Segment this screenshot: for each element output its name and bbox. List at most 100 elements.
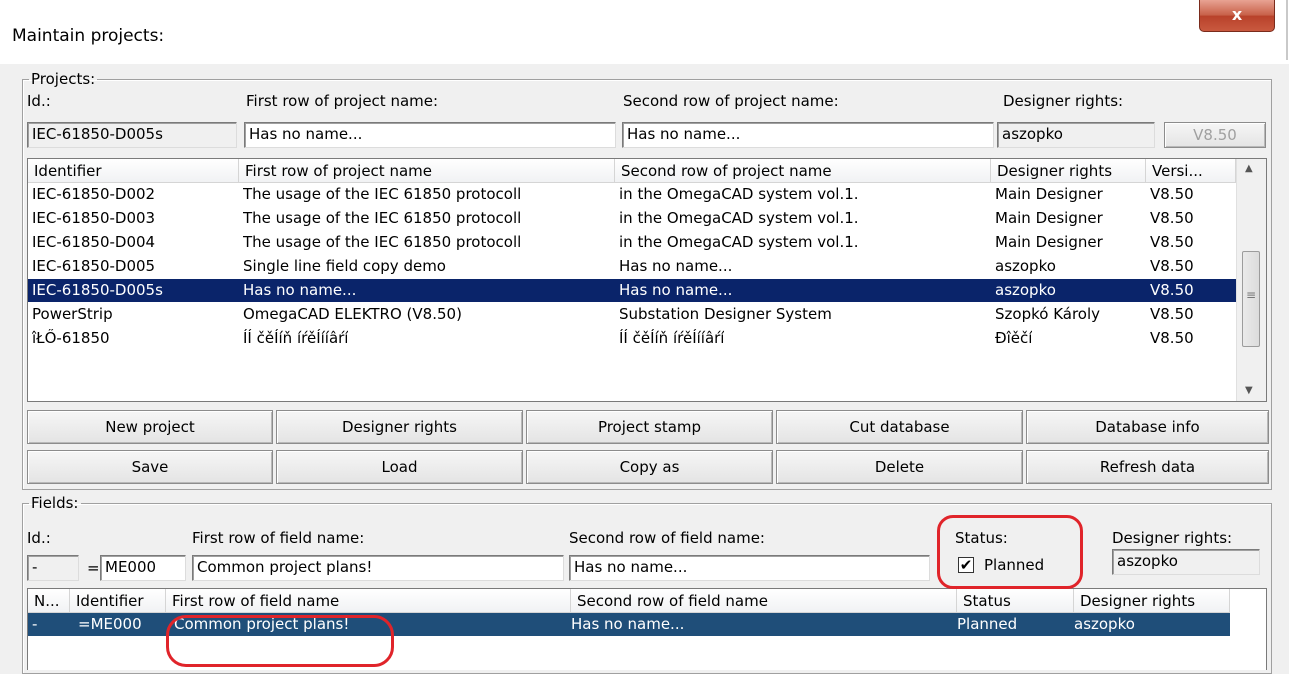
- row-second-row: Has no name...: [619, 281, 733, 299]
- row-version: V8.50: [1150, 305, 1194, 323]
- project-row[interactable]: IEC-61850-D003 The usage of the IEC 61850…: [28, 207, 1236, 230]
- project-row[interactable]: PowerStrip OmegaCAD ELEKTRO (V8.50) Substa…: [28, 303, 1236, 326]
- row-first-row: ÍÍ čěÍíň íŕěÍííâŕí: [243, 329, 349, 347]
- field-first-row-input[interactable]: Common project plans!: [192, 555, 564, 581]
- row-designer-rights: Đîěčí: [995, 329, 1033, 347]
- status-annotation-outline: [937, 515, 1083, 589]
- col-header-field-second-row[interactable]: Second row of field name: [571, 589, 957, 613]
- row-identifier: IEC-61850-D005s: [32, 281, 163, 299]
- field-second-row-input[interactable]: Has no name...: [569, 555, 930, 581]
- row-first-row: The usage of the IEC 61850 protocoll: [243, 233, 522, 251]
- col-header-field-status[interactable]: Status: [957, 589, 1074, 613]
- field-id-input[interactable]: ME000: [100, 555, 186, 581]
- projects-group-label: Projects:: [31, 70, 96, 88]
- load-button[interactable]: Load: [276, 450, 523, 484]
- row-identifier: IEC-61850-D004: [32, 233, 156, 251]
- field-id-prefix-field[interactable]: -: [27, 555, 79, 581]
- project-designer-rights-field[interactable]: aszopko: [997, 122, 1155, 148]
- col-header-field-first-row[interactable]: First row of field name: [166, 589, 571, 613]
- delete-button[interactable]: Delete: [776, 450, 1023, 484]
- row-second-row: in the OmegaCAD system vol.1.: [619, 185, 859, 203]
- field-row-identifier: =ME000: [78, 615, 142, 633]
- project-stamp-button[interactable]: Project stamp: [526, 410, 773, 444]
- row-identifier: IEC-61850-D002: [32, 185, 156, 203]
- col-header-first-row[interactable]: First row of project name: [239, 159, 615, 183]
- copy-as-button[interactable]: Copy as: [526, 450, 773, 484]
- title-bar: Maintain projects: x: [0, 0, 1289, 64]
- col-header-number[interactable]: N...: [28, 589, 70, 613]
- project-row[interactable]: IEC-61850-D005 Single line field copy dem…: [28, 255, 1236, 278]
- col-header-identifier[interactable]: Identifier: [28, 159, 239, 183]
- row-designer-rights: Main Designer: [995, 185, 1103, 203]
- field-id-equals: =: [87, 559, 100, 577]
- row-designer-rights: Main Designer: [995, 209, 1103, 227]
- row-designer-rights: Szopkó Károly: [995, 305, 1101, 323]
- row-version: V8.50: [1150, 257, 1194, 275]
- row-identifier: IEC-61850-D005: [32, 257, 156, 275]
- scroll-down-arrow-icon[interactable]: ▼: [1245, 385, 1253, 396]
- row-version: V8.50: [1150, 281, 1194, 299]
- project-row[interactable]: IEC-61850-D005s Has no name... Has no name…: [28, 279, 1236, 302]
- cut-database-button[interactable]: Cut database: [776, 410, 1023, 444]
- col-header-field-identifier[interactable]: Identifier: [70, 589, 166, 613]
- field-row-status: Planned: [957, 615, 1018, 633]
- row-second-row: in the OmegaCAD system vol.1.: [619, 209, 859, 227]
- project-row[interactable]: IEC-61850-D004 The usage of the IEC 61850…: [28, 231, 1236, 254]
- new-project-button[interactable]: New project: [27, 410, 273, 444]
- version-button[interactable]: V8.50: [1164, 122, 1266, 148]
- refresh-data-button[interactable]: Refresh data: [1026, 450, 1269, 484]
- col-header-version[interactable]: Versi...: [1146, 159, 1236, 183]
- project-row[interactable]: IEC-61850-D002 The usage of the IEC 61850…: [28, 183, 1236, 206]
- row-identifier: IEC-61850-D003: [32, 209, 156, 227]
- row-second-row: ÍÍ čěÍíň íŕěÍííâŕí: [619, 329, 725, 347]
- project-id-label: Id.:: [27, 92, 51, 110]
- project-second-row-label: Second row of project name:: [623, 92, 839, 110]
- field-first-row-label: First row of field name:: [192, 529, 365, 547]
- database-info-button[interactable]: Database info: [1026, 410, 1269, 444]
- row-version: V8.50: [1150, 233, 1194, 251]
- row-second-row: Has no name...: [619, 257, 733, 275]
- field-id-label: Id.:: [27, 529, 51, 547]
- field-row-designer-rights: aszopko: [1074, 615, 1135, 633]
- row-designer-rights: aszopko: [995, 281, 1056, 299]
- row-first-row: Has no name...: [243, 281, 357, 299]
- project-id-field[interactable]: IEC-61850-D005s: [27, 122, 237, 148]
- row-first-row: OmegaCAD ELEKTRO (V8.50): [243, 305, 462, 323]
- dialog-body: Projects: Id.: First row of project name…: [0, 64, 1289, 674]
- row-designer-rights: aszopko: [995, 257, 1056, 275]
- project-designer-rights-label: Designer rights:: [1003, 92, 1124, 110]
- row-version: V8.50: [1150, 185, 1194, 203]
- row-second-row: Substation Designer System: [619, 305, 832, 323]
- field-row-second-row: Has no name...: [571, 615, 685, 633]
- field-row-number: -: [32, 615, 38, 633]
- close-button[interactable]: x: [1199, 0, 1275, 32]
- window-title: Maintain projects:: [12, 26, 165, 46]
- save-button[interactable]: Save: [27, 450, 273, 484]
- row-identifier: PowerStrip: [32, 305, 113, 323]
- col-header-field-designer-rights[interactable]: Designer rights: [1074, 589, 1230, 613]
- field-second-row-label: Second row of field name:: [569, 529, 765, 547]
- project-first-row-input[interactable]: Has no name...: [244, 122, 616, 148]
- field-name-annotation-outline: [166, 615, 394, 667]
- scroll-up-arrow-icon[interactable]: ▲: [1245, 163, 1253, 174]
- projects-scrollbar[interactable]: ▲ ≡ ▼: [1236, 159, 1266, 401]
- row-version: V8.50: [1150, 209, 1194, 227]
- field-designer-rights-label: Designer rights:: [1112, 529, 1233, 547]
- col-header-second-row[interactable]: Second row of project name: [615, 159, 991, 183]
- row-designer-rights: Main Designer: [995, 233, 1103, 251]
- row-identifier: îŁŐ-61850: [32, 329, 110, 347]
- projects-list[interactable]: Identifier First row of project name Sec…: [27, 158, 1267, 402]
- row-second-row: in the OmegaCAD system vol.1.: [619, 233, 859, 251]
- project-row[interactable]: îŁŐ-61850 ÍÍ čěÍíň íŕěÍííâŕí ÍÍ čěÍíň íŕěÍ…: [28, 327, 1236, 350]
- designer-rights-button[interactable]: Designer rights: [276, 410, 523, 444]
- col-header-designer-rights[interactable]: Designer rights: [991, 159, 1146, 183]
- window-edge: [1286, 0, 1288, 60]
- row-version: V8.50: [1150, 329, 1194, 347]
- row-first-row: The usage of the IEC 61850 protocoll: [243, 209, 522, 227]
- scroll-thumb[interactable]: ≡: [1242, 251, 1260, 347]
- field-designer-rights-field[interactable]: aszopko: [1112, 549, 1260, 575]
- project-second-row-input[interactable]: Has no name...: [622, 122, 994, 148]
- fields-group-label: Fields:: [31, 494, 79, 512]
- scroll-grip-icon: ≡: [1246, 288, 1257, 302]
- row-first-row: Single line field copy demo: [243, 257, 446, 275]
